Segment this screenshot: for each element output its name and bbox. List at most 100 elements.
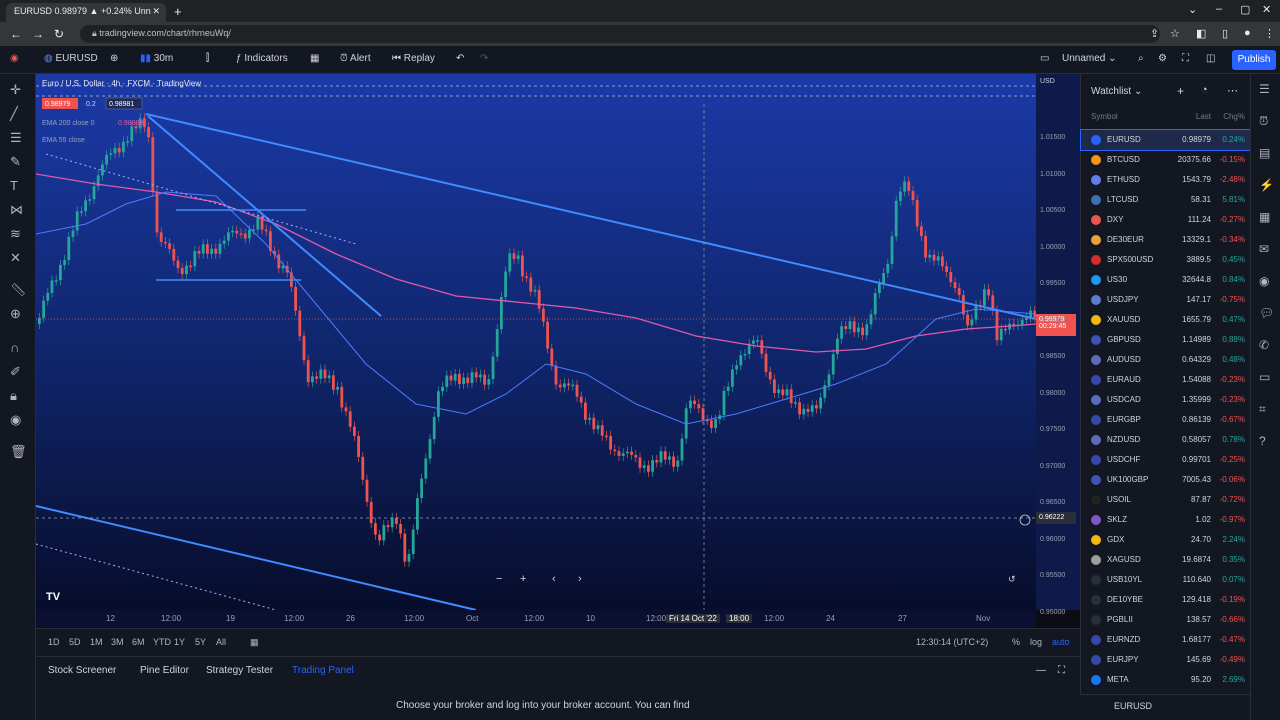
range-button-all[interactable]: All <box>216 637 226 647</box>
maximize-panel-icon[interactable]: ⛶ <box>1058 665 1065 676</box>
range-button-3m[interactable]: 3M <box>111 637 124 647</box>
settings-gear-icon[interactable]: ⚙ <box>1158 53 1167 64</box>
col-last[interactable]: Last <box>1196 112 1211 121</box>
time-axis[interactable]: 12 12:00 19 12:00 26 12:00 Oct 12:00 10 12:00 Fri … <box>36 610 1036 628</box>
bookmark-star-icon[interactable]: ☆ <box>1170 27 1180 40</box>
watchlist-settings-icon[interactable]: ◔ <box>1201 84 1208 96</box>
watchlist-row[interactable]: USDCAD 1.35999 -0.23% <box>1081 390 1251 410</box>
compare-plus-icon[interactable]: ⊕ <box>110 53 118 64</box>
scroll-left-icon[interactable]: ‹ <box>552 573 556 585</box>
range-button-ytd[interactable]: YTD <box>153 637 171 647</box>
price-chart[interactable]: Euro / U.S. Dollar · 4h · FXCM · Trading… <box>36 74 1036 610</box>
calendar-icon[interactable]: ▦ <box>1259 210 1270 224</box>
redo-icon[interactable]: ↷ <box>480 53 488 64</box>
trend-line-icon[interactable]: ╱ <box>10 106 18 122</box>
indicators-button[interactable]: ƒ Indicators <box>236 53 288 64</box>
watchlist-row[interactable]: NZDUSD 0.58057 0.78% <box>1081 430 1251 450</box>
prediction-icon[interactable]: ≋ <box>10 226 21 242</box>
reset-chart-icon[interactable]: ↺ <box>1008 574 1016 584</box>
watchlist-row[interactable]: GDX 24.70 2.24% <box>1081 530 1251 550</box>
watchlist-row[interactable]: XAGUSD 19.6874 0.35% <box>1081 550 1251 570</box>
notifications-icon[interactable]: ✆ <box>1259 338 1269 352</box>
avatar[interactable]: ◉ <box>10 53 19 64</box>
layout-name-button[interactable]: Unnamed ⌄ <box>1062 53 1117 64</box>
quick-search-icon[interactable]: ⌕ <box>1138 53 1144 64</box>
watchlist-row[interactable]: DE10YBE 129.418 -0.19% <box>1081 590 1251 610</box>
range-button-5y[interactable]: 5Y <box>195 637 206 647</box>
symbol-search-button[interactable]: ◍ EURUSD <box>44 53 98 64</box>
snapshot-camera-icon[interactable]: ◫ <box>1206 53 1215 64</box>
col-chg[interactable]: Chg% <box>1223 112 1245 121</box>
scroll-right-icon[interactable]: › <box>578 573 582 585</box>
log-toggle[interactable]: log <box>1030 637 1042 647</box>
watchlist-row[interactable]: EURUSD 0.98979 0.24% <box>1080 129 1252 151</box>
help-icon[interactable]: ? <box>1259 434 1266 448</box>
replay-button[interactable]: ⏮ Replay <box>392 53 435 64</box>
percent-toggle[interactable]: % <box>1012 637 1020 647</box>
remove-drawings-icon[interactable]: ✕ <box>10 250 21 266</box>
price-axis[interactable]: USD 0.98979 00:29:45 0.96222 1.01500 1.01… <box>1036 74 1080 616</box>
watchlist-row[interactable]: DE30EUR 13329.1 -0.34% <box>1081 230 1251 250</box>
calendar-range-icon[interactable]: ▦ <box>250 637 259 648</box>
stay-drawing-icon[interactable]: ✐ <box>10 364 21 380</box>
watchlist-row[interactable]: GBPUSD 1.14989 0.88% <box>1081 330 1251 350</box>
new-tab-icon[interactable]: + <box>174 4 182 19</box>
minimize-icon[interactable]: – <box>1216 3 1222 15</box>
range-button-1d[interactable]: 1D <box>48 637 60 647</box>
watchlist-row[interactable]: EURJPY 145.69 -0.49% <box>1081 650 1251 670</box>
bottom-tab-trading-panel[interactable]: Trading Panel <box>292 665 354 676</box>
watchlist-row[interactable]: SPX500USD 3889.5 0.45% <box>1081 250 1251 270</box>
watchlist-footer[interactable]: EURUSD <box>1080 694 1250 720</box>
bottom-tab-strategy-tester[interactable]: Strategy Tester <box>206 665 273 676</box>
browser-tab[interactable]: EURUSD 0.98979 ▲ +0.24% Unn ✕ <box>6 3 166 22</box>
publish-button[interactable]: Publish <box>1232 50 1276 70</box>
ema-200-legend[interactable]: EMA 200 close 0 <box>42 120 95 127</box>
brush-icon[interactable]: ✎ <box>10 154 21 170</box>
clock-label[interactable]: 12:30:14 (UTC+2) <box>916 637 988 647</box>
col-symbol[interactable]: Symbol <box>1091 112 1118 121</box>
watchlist-row[interactable]: US30 32644.8 0.84% <box>1081 270 1251 290</box>
bottom-tab-stock-screener[interactable]: Stock Screener <box>48 665 116 676</box>
data-window-icon[interactable]: ▤ <box>1259 146 1270 160</box>
sidebar-icon[interactable]: ▯ <box>1222 27 1228 40</box>
fullscreen-icon[interactable]: ⛶ <box>1182 53 1189 64</box>
back-icon[interactable]: ← <box>10 27 22 41</box>
range-button-6m[interactable]: 6M <box>132 637 145 647</box>
add-symbol-icon[interactable]: + <box>1177 84 1184 98</box>
hotlists-icon[interactable]: ⚡ <box>1259 178 1274 192</box>
alerts-sidebar-icon[interactable]: ⏰︎ <box>1259 114 1268 129</box>
watchlist-sidebar-icon[interactable]: ☰ <box>1259 82 1270 96</box>
profile-icon[interactable]: ● <box>1244 27 1251 39</box>
window-close-icon[interactable]: ✕ <box>1262 3 1271 16</box>
close-tab-icon[interactable]: ✕ <box>152 6 160 17</box>
lock-drawings-icon[interactable]: 🔒︎ <box>10 388 17 404</box>
ideas-icon[interactable]: ✉ <box>1259 242 1269 256</box>
watchlist-row[interactable]: ETHUSD 1543.79 -2.48% <box>1081 170 1251 190</box>
maximize-icon[interactable]: ▢ <box>1240 3 1250 16</box>
undo-icon[interactable]: ↶ <box>456 53 464 64</box>
watchlist-row[interactable]: META 95.20 2.69% <box>1081 670 1251 690</box>
dom-icon[interactable]: ⌗ <box>1259 402 1266 417</box>
watchlist-row[interactable]: EURNZD 1.68177 -0.47% <box>1081 630 1251 650</box>
crosshair-icon[interactable]: ✛ <box>10 82 21 98</box>
watchlist-row[interactable]: USDCHF 0.99701 -0.25% <box>1081 450 1251 470</box>
watchlist-row[interactable]: USOIL 87.87 -0.72% <box>1081 490 1251 510</box>
pattern-icon[interactable]: ⋈ <box>10 202 23 218</box>
zoom-out-icon[interactable]: − <box>496 573 502 585</box>
watchlist-menu-icon[interactable]: ⋯ <box>1227 84 1238 97</box>
watchlist-row[interactable]: UK100GBP 7005.43 -0.06% <box>1081 470 1251 490</box>
forward-icon[interactable]: → <box>32 27 44 41</box>
order-panel-icon[interactable]: ▭ <box>1259 370 1270 384</box>
text-icon[interactable]: T <box>10 178 18 193</box>
watchlist-row[interactable]: USDJPY 147.17 -0.75% <box>1081 290 1251 310</box>
interval-button[interactable]: ▮▮ 30m <box>140 53 173 64</box>
watchlist-row[interactable]: USB10YL 110.640 0.07% <box>1081 570 1251 590</box>
zoom-in-icon[interactable]: + <box>520 573 526 585</box>
browser-menu-icon[interactable]: ⋮ <box>1264 27 1275 40</box>
chats-icon[interactable]: 💬︎ <box>1259 306 1274 320</box>
ema-55-legend[interactable]: EMA 55 close <box>42 137 85 144</box>
watchlist-row[interactable]: EURGBP 0.86139 -0.67% <box>1081 410 1251 430</box>
bottom-tab-pine-editor[interactable]: Pine Editor <box>140 665 189 676</box>
range-button-5d[interactable]: 5D <box>69 637 81 647</box>
hide-drawings-icon[interactable]: ◉ <box>10 412 21 428</box>
